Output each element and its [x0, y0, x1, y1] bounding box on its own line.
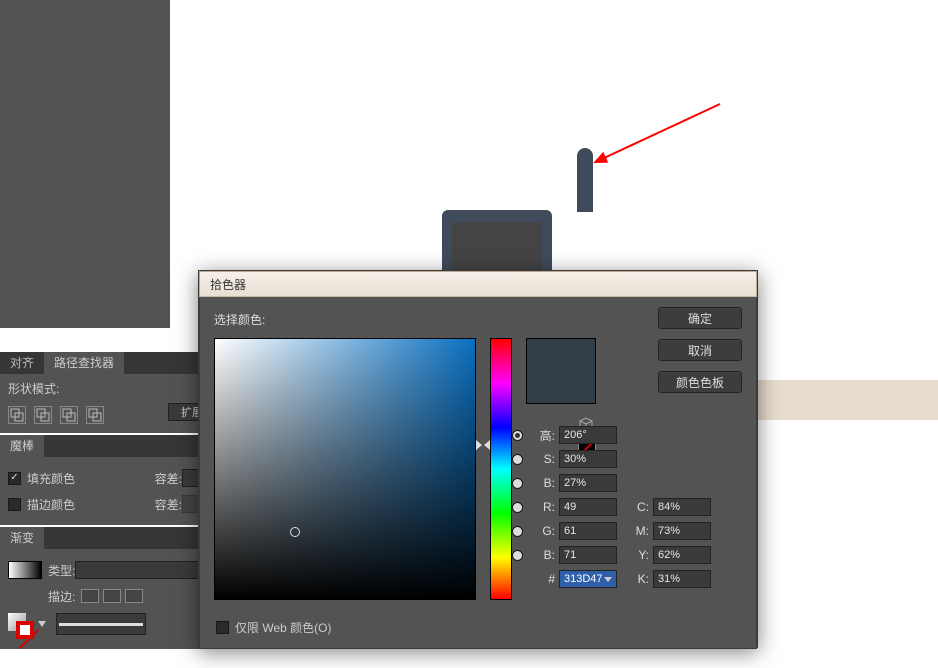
s-input[interactable]: 30%: [559, 450, 617, 468]
hex-label: #: [525, 572, 555, 586]
y-input[interactable]: 62%: [653, 546, 711, 564]
fill-stroke-indicator[interactable]: [8, 613, 34, 639]
intersect-icon[interactable]: [60, 406, 78, 424]
h-label: 高:: [525, 427, 555, 444]
k-input[interactable]: 31%: [653, 570, 711, 588]
g-input[interactable]: 61: [559, 522, 617, 540]
dialog-titlebar[interactable]: 拾色器: [199, 271, 757, 297]
r-label: R:: [525, 500, 555, 514]
unite-icon[interactable]: [8, 406, 26, 424]
s-label: S:: [525, 452, 555, 466]
y-label: Y:: [631, 548, 649, 562]
s-radio[interactable]: [512, 454, 523, 465]
hex-input[interactable]: 313D47: [559, 570, 617, 588]
cancel-button[interactable]: 取消: [658, 339, 742, 361]
bv-label: B:: [525, 476, 555, 490]
tab-magic-wand[interactable]: 魔棒: [0, 435, 44, 457]
stroke-grad-opt3-icon[interactable]: [125, 589, 143, 603]
left-dock-panel: [0, 0, 170, 328]
b-label: B:: [525, 548, 555, 562]
color-fields: 高:206° S: 30% B: 27% R: 49 G: 61 B: 71 #313D4…: [512, 423, 711, 591]
r-radio[interactable]: [512, 502, 523, 513]
exclude-icon[interactable]: [86, 406, 104, 424]
angle-dropdown-icon[interactable]: [38, 621, 46, 627]
dialog-title-text: 拾色器: [210, 276, 246, 293]
web-only-label: 仅限 Web 颜色(O): [235, 619, 331, 636]
minus-front-icon[interactable]: [34, 406, 52, 424]
r-input[interactable]: 49: [559, 498, 617, 516]
stroke-label-2: 描边:: [48, 588, 75, 605]
g-label: G:: [525, 524, 555, 538]
web-only-checkbox[interactable]: [216, 621, 229, 634]
b-radio[interactable]: [512, 550, 523, 561]
tab-align[interactable]: 对齐: [0, 352, 44, 374]
h-radio[interactable]: [512, 430, 523, 441]
b-input[interactable]: 71: [559, 546, 617, 564]
sv-indicator-icon[interactable]: [290, 527, 300, 537]
m-label: M:: [631, 524, 649, 538]
fill-color-label: 填充颜色: [27, 470, 75, 487]
gradient-preview[interactable]: [8, 561, 42, 579]
hue-slider[interactable]: [490, 338, 512, 600]
fill-color-checkbox[interactable]: [8, 472, 21, 485]
stroke-swatch[interactable]: [16, 621, 34, 639]
saturation-value-field[interactable]: [214, 338, 476, 600]
panel-stack: 对齐 路径查找器 形状模式: 扩展 魔棒 填充颜色: [0, 352, 224, 649]
tab-pathfinder[interactable]: 路径查找器: [44, 352, 124, 374]
stroke-color-checkbox[interactable]: [8, 498, 21, 511]
gradient-type-select[interactable]: [75, 561, 216, 579]
shape-mode-icons: [8, 406, 104, 424]
shape-mode-label: 形状模式:: [8, 380, 216, 397]
m-input[interactable]: 73%: [653, 522, 711, 540]
c-input[interactable]: 84%: [653, 498, 711, 516]
color-picker-dialog: 拾色器 选择颜色: 确定 取消 颜色色板: [198, 270, 758, 648]
gradient-panel: 渐变 类型: 描边:: [0, 527, 224, 649]
stroke-grad-opt1-icon[interactable]: [81, 589, 99, 603]
c-label: C:: [631, 500, 649, 514]
ok-button[interactable]: 确定: [658, 307, 742, 329]
h-input[interactable]: 206°: [559, 426, 617, 444]
g-radio[interactable]: [512, 526, 523, 537]
tab-gradient[interactable]: 渐变: [0, 527, 44, 549]
panel-tabbar: 对齐 路径查找器: [0, 352, 224, 374]
type-label: 类型:: [48, 562, 75, 579]
magic-wand-panel: 魔棒 填充颜色 容差: 20 描边颜色 容差: 20: [0, 435, 224, 525]
gradient-slider[interactable]: [56, 613, 146, 635]
bv-input[interactable]: 27%: [559, 474, 617, 492]
annotation-arrow: [590, 100, 730, 173]
tolerance-label-1: 容差:: [155, 470, 182, 487]
color-preview: [526, 338, 596, 404]
stroke-grad-opt2-icon[interactable]: [103, 589, 121, 603]
stroke-color-label: 描边颜色: [27, 496, 75, 513]
hue-slider-indicator-icon[interactable]: [476, 338, 490, 600]
k-label: K:: [631, 572, 649, 586]
bv-radio[interactable]: [512, 478, 523, 489]
pathfinder-panel: 对齐 路径查找器 形状模式: 扩展: [0, 352, 224, 433]
color-swatches-button[interactable]: 颜色色板: [658, 371, 742, 393]
tolerance-label-2: 容差:: [155, 496, 182, 513]
